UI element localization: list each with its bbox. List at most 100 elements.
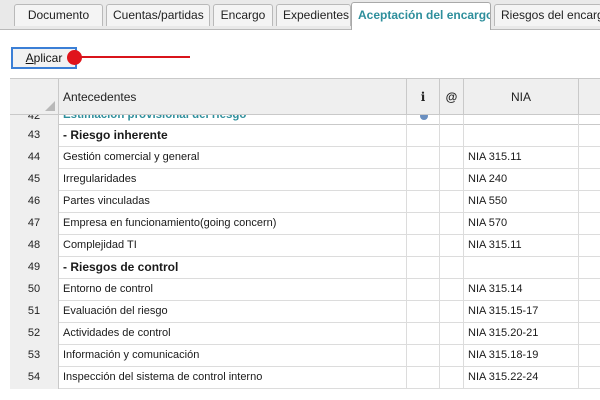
nia-cell[interactable]: NIA 550 — [464, 191, 579, 213]
antecedente-cell[interactable]: Evaluación del riesgo — [59, 301, 407, 323]
nia-cell[interactable]: NIA 315.20-21 — [464, 323, 579, 345]
toolbar — [0, 30, 600, 72]
table-row[interactable]: 54 Inspección del sistema de control inte… — [10, 367, 600, 389]
tab-expedientes[interactable]: Expedientes — [276, 4, 351, 26]
row-number: 49 — [10, 257, 59, 279]
antecedente-cell[interactable]: - Riesgo inherente — [59, 125, 407, 147]
antecedente-cell[interactable]: Complejidad TI — [59, 235, 407, 257]
row-number: 51 — [10, 301, 59, 323]
attach-cell[interactable] — [440, 367, 464, 389]
antecedente-cell[interactable]: - Riesgos de control — [59, 257, 407, 279]
info-cell[interactable] — [407, 147, 440, 169]
table-row[interactable]: 52 Actividades de control NIA 315.20-21 — [10, 323, 600, 345]
header-extra — [579, 79, 600, 115]
header-nia[interactable]: NIA — [464, 79, 579, 115]
info-cell[interactable] — [407, 367, 440, 389]
document-icon — [420, 115, 428, 120]
info-cell[interactable] — [407, 125, 440, 147]
antecedente-cell[interactable]: Inspección del sistema de control intern… — [59, 367, 407, 389]
info-cell[interactable] — [407, 115, 440, 125]
info-cell[interactable] — [407, 191, 440, 213]
nia-cell[interactable]: NIA 315.14 — [464, 279, 579, 301]
extra-cell — [579, 301, 600, 323]
table-row[interactable]: 42 Estimación provisional del riesgo — [10, 115, 600, 125]
extra-cell — [579, 125, 600, 147]
info-cell[interactable] — [407, 279, 440, 301]
apply-mnemonic: A — [25, 51, 34, 65]
antecedente-cell[interactable]: Información y comunicación — [59, 345, 407, 367]
section-row[interactable]: 43- Riesgo inherente — [10, 125, 600, 147]
antecedente-cell[interactable]: Estimación provisional del riesgo — [59, 115, 407, 125]
info-cell[interactable] — [407, 257, 440, 279]
nia-cell[interactable] — [464, 125, 579, 147]
nia-cell[interactable]: NIA 240 — [464, 169, 579, 191]
info-cell[interactable] — [407, 169, 440, 191]
tab-aceptacion-del-encargo[interactable]: Aceptación del encargo — [351, 2, 491, 30]
row-number: 53 — [10, 345, 59, 367]
row-number: 46 — [10, 191, 59, 213]
nia-cell[interactable]: NIA 315.18-19 — [464, 345, 579, 367]
table-row[interactable]: 46 Partes vinculadas NIA 550 — [10, 191, 600, 213]
antecedente-cell[interactable]: Entorno de control — [59, 279, 407, 301]
nia-cell[interactable] — [464, 257, 579, 279]
row-number: 52 — [10, 323, 59, 345]
info-cell[interactable] — [407, 213, 440, 235]
info-cell[interactable] — [407, 345, 440, 367]
attach-cell[interactable] — [440, 191, 464, 213]
row-number: 43 — [10, 125, 59, 147]
nia-cell[interactable] — [464, 115, 579, 125]
attach-cell[interactable] — [440, 125, 464, 147]
attach-cell[interactable] — [440, 301, 464, 323]
tab-riesgos-del-encargo[interactable]: Riesgos del encargo — [494, 4, 600, 26]
table-row[interactable]: 48 Complejidad TI NIA 315.11 — [10, 235, 600, 257]
apply-label-rest: plicar — [33, 51, 63, 65]
row-number: 48 — [10, 235, 59, 257]
info-cell[interactable] — [407, 301, 440, 323]
attach-cell[interactable] — [440, 115, 464, 125]
header-antecedentes[interactable]: Antecedentes — [59, 79, 407, 115]
nia-cell[interactable]: NIA 315.11 — [464, 147, 579, 169]
section-row[interactable]: 49- Riesgos de control — [10, 257, 600, 279]
extra-cell — [579, 257, 600, 279]
extra-cell — [579, 235, 600, 257]
table-row[interactable]: 44 Gestión comercial y general NIA 315.11 — [10, 147, 600, 169]
row-number: 45 — [10, 169, 59, 191]
nia-cell[interactable]: NIA 315.11 — [464, 235, 579, 257]
attach-cell[interactable] — [440, 147, 464, 169]
tab-cuentas-partidas[interactable]: Cuentas/partidas — [106, 4, 210, 26]
header-corner[interactable] — [10, 79, 59, 115]
table-row[interactable]: 53 Información y comunicación NIA 315.18-1… — [10, 345, 600, 367]
grid-header: Antecedentes i @ NIA — [10, 79, 600, 115]
nia-cell[interactable]: NIA 570 — [464, 213, 579, 235]
extra-cell — [579, 213, 600, 235]
antecedente-cell[interactable]: Gestión comercial y general — [59, 147, 407, 169]
row-number: 50 — [10, 279, 59, 301]
info-cell[interactable] — [407, 235, 440, 257]
extra-cell — [579, 169, 600, 191]
antecedente-cell[interactable]: Partes vinculadas — [59, 191, 407, 213]
attach-cell[interactable] — [440, 169, 464, 191]
tab-documento[interactable]: Documento — [14, 4, 103, 26]
antecedente-cell[interactable]: Empresa en funcionamiento(going concern) — [59, 213, 407, 235]
nia-cell[interactable]: NIA 315.22-24 — [464, 367, 579, 389]
tab-strip: Documento Cuentas/partidas Encargo Exped… — [0, 0, 600, 30]
info-cell[interactable] — [407, 323, 440, 345]
row-number: 47 — [10, 213, 59, 235]
attach-cell[interactable] — [440, 213, 464, 235]
select-all-triangle-icon — [45, 101, 55, 111]
attach-cell[interactable] — [440, 235, 464, 257]
header-info-icon[interactable]: i — [407, 79, 440, 115]
table-row[interactable]: 47 Empresa en funcionamiento(going concer… — [10, 213, 600, 235]
attach-cell[interactable] — [440, 345, 464, 367]
header-attach-icon[interactable]: @ — [440, 79, 464, 115]
table-row[interactable]: 51 Evaluación del riesgo NIA 315.15-17 — [10, 301, 600, 323]
table-row[interactable]: 50 Entorno de control NIA 315.14 — [10, 279, 600, 301]
attach-cell[interactable] — [440, 257, 464, 279]
antecedente-cell[interactable]: Irregularidades — [59, 169, 407, 191]
antecedente-cell[interactable]: Actividades de control — [59, 323, 407, 345]
tab-encargo[interactable]: Encargo — [213, 4, 273, 26]
table-row[interactable]: 45 Irregularidades NIA 240 — [10, 169, 600, 191]
nia-cell[interactable]: NIA 315.15-17 — [464, 301, 579, 323]
attach-cell[interactable] — [440, 279, 464, 301]
attach-cell[interactable] — [440, 323, 464, 345]
